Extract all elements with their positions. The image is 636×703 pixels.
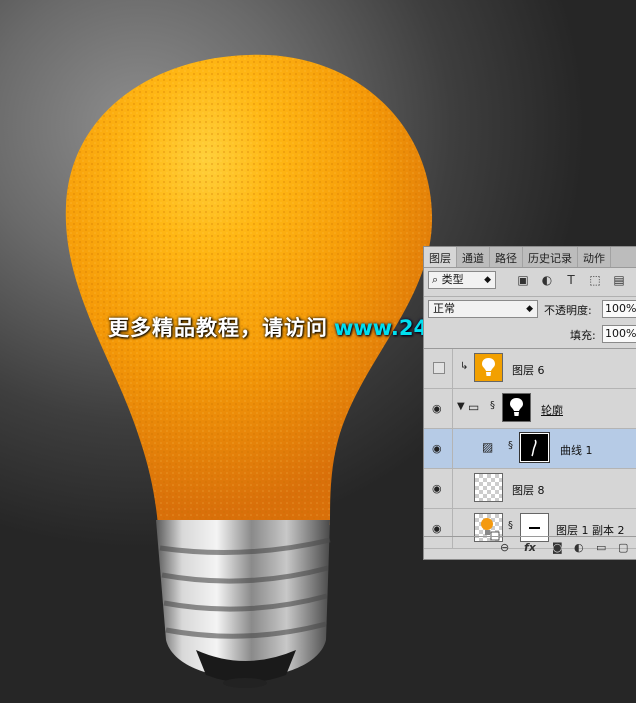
new-layer-icon[interactable]: ▢ <box>618 541 628 554</box>
metal-base <box>156 520 331 688</box>
link-icon: § <box>508 440 513 451</box>
opacity-label: 不透明度: <box>544 304 592 317</box>
layer-thumbnail <box>474 353 503 382</box>
blend-mode-value: 正常 <box>433 302 455 315</box>
orange-bulb <box>65 54 433 526</box>
hidden-visibility-box <box>433 362 445 374</box>
fill-label: 填充: <box>570 329 596 342</box>
eye-icon: ◉ <box>432 482 442 495</box>
chevron-down-icon[interactable]: ▼ <box>457 401 465 412</box>
layer-name: 轮廓 <box>541 404 563 417</box>
link-icon: § <box>490 400 495 411</box>
chevron-updown-icon: ◆ <box>484 275 491 285</box>
clipping-arrow-icon: ↳ <box>460 361 469 372</box>
filter-kind-value: 类型 <box>441 273 464 286</box>
eye-icon: ◉ <box>432 402 442 415</box>
layer-name: 图层 6 <box>512 364 545 377</box>
filter-row: ⌕ 类型 ◆ ▣ ◐ T ⬚ ▤ <box>424 269 636 293</box>
mask-thumbnail <box>519 432 550 463</box>
link-icon: § <box>508 520 513 531</box>
fx-icon[interactable]: fx <box>524 541 536 554</box>
visibility-toggle[interactable]: ◉ <box>424 429 453 468</box>
tab-layers[interactable]: 图层 <box>424 247 457 267</box>
chevron-updown-icon: ◆ <box>526 304 533 314</box>
panel-bottom-toolbar: ⊖ fx ◙ ◐ ▭ ▢ <box>424 536 636 561</box>
type-filter-icon[interactable]: T <box>564 273 578 287</box>
fill-row: 填充: 100% <box>424 322 636 346</box>
layers-panel: 图层 通道 路径 历史记录 动作 ⌕ 类型 ◆ ▣ ◐ T ⬚ ▤ 正常 ◆ 不… <box>423 246 636 560</box>
layers-list: ↳ 图层 6 ◉ ▼ ▭ § 轮廓 ◉ ▨ § 曲线 1 ◉ 图层 8 ◉ § … <box>424 348 636 549</box>
smart-object-filter-icon[interactable]: ▤ <box>612 273 626 287</box>
visibility-toggle[interactable] <box>424 349 453 388</box>
folder-icon: ▭ <box>468 400 480 414</box>
layer-name: 图层 8 <box>512 484 545 497</box>
eye-icon: ◉ <box>432 522 442 535</box>
visibility-toggle[interactable]: ◉ <box>424 469 453 508</box>
tab-history[interactable]: 历史记录 <box>523 247 578 267</box>
mask-thumbnail <box>502 393 531 422</box>
curves-adjustment-icon: ▨ <box>482 440 494 454</box>
image-filter-icon[interactable]: ▣ <box>516 273 530 287</box>
layer-row[interactable]: ◉ 图层 8 <box>424 469 636 509</box>
filter-kind-select[interactable]: ⌕ 类型 ◆ <box>428 271 496 289</box>
fill-input[interactable]: 100% <box>602 325 636 343</box>
shape-filter-icon[interactable]: ⬚ <box>588 273 602 287</box>
folder-icon[interactable]: ▭ <box>596 541 606 554</box>
tab-paths[interactable]: 路径 <box>490 247 523 267</box>
blend-row: 正常 ◆ 不透明度: 100% <box>424 296 636 321</box>
layer-row[interactable]: ↳ 图层 6 <box>424 349 636 389</box>
visibility-toggle[interactable]: ◉ <box>424 389 453 428</box>
eye-icon: ◉ <box>432 442 442 455</box>
panel-tabs: 图层 通道 路径 历史记录 动作 <box>424 247 636 268</box>
layer-row[interactable]: ◉ ▼ ▭ § 轮廓 <box>424 389 636 429</box>
layer-row[interactable]: ◉ ▨ § 曲线 1 <box>424 429 636 469</box>
adjustment-filter-icon[interactable]: ◐ <box>540 273 554 287</box>
layer-thumbnail <box>474 473 503 502</box>
link-icon[interactable]: ⊖ <box>500 541 509 554</box>
tab-actions[interactable]: 动作 <box>578 247 611 267</box>
mask-icon[interactable]: ◙ <box>552 541 563 554</box>
tab-channels[interactable]: 通道 <box>457 247 490 267</box>
search-icon: ⌕ <box>432 273 439 286</box>
blend-mode-select[interactable]: 正常 ◆ <box>428 300 538 318</box>
new-fill-icon[interactable]: ◐ <box>574 541 584 554</box>
opacity-input[interactable]: 100% <box>602 300 636 318</box>
watermark-chinese: 更多精品教程，请访问 <box>108 316 328 340</box>
layer-name: 曲线 1 <box>560 444 593 457</box>
